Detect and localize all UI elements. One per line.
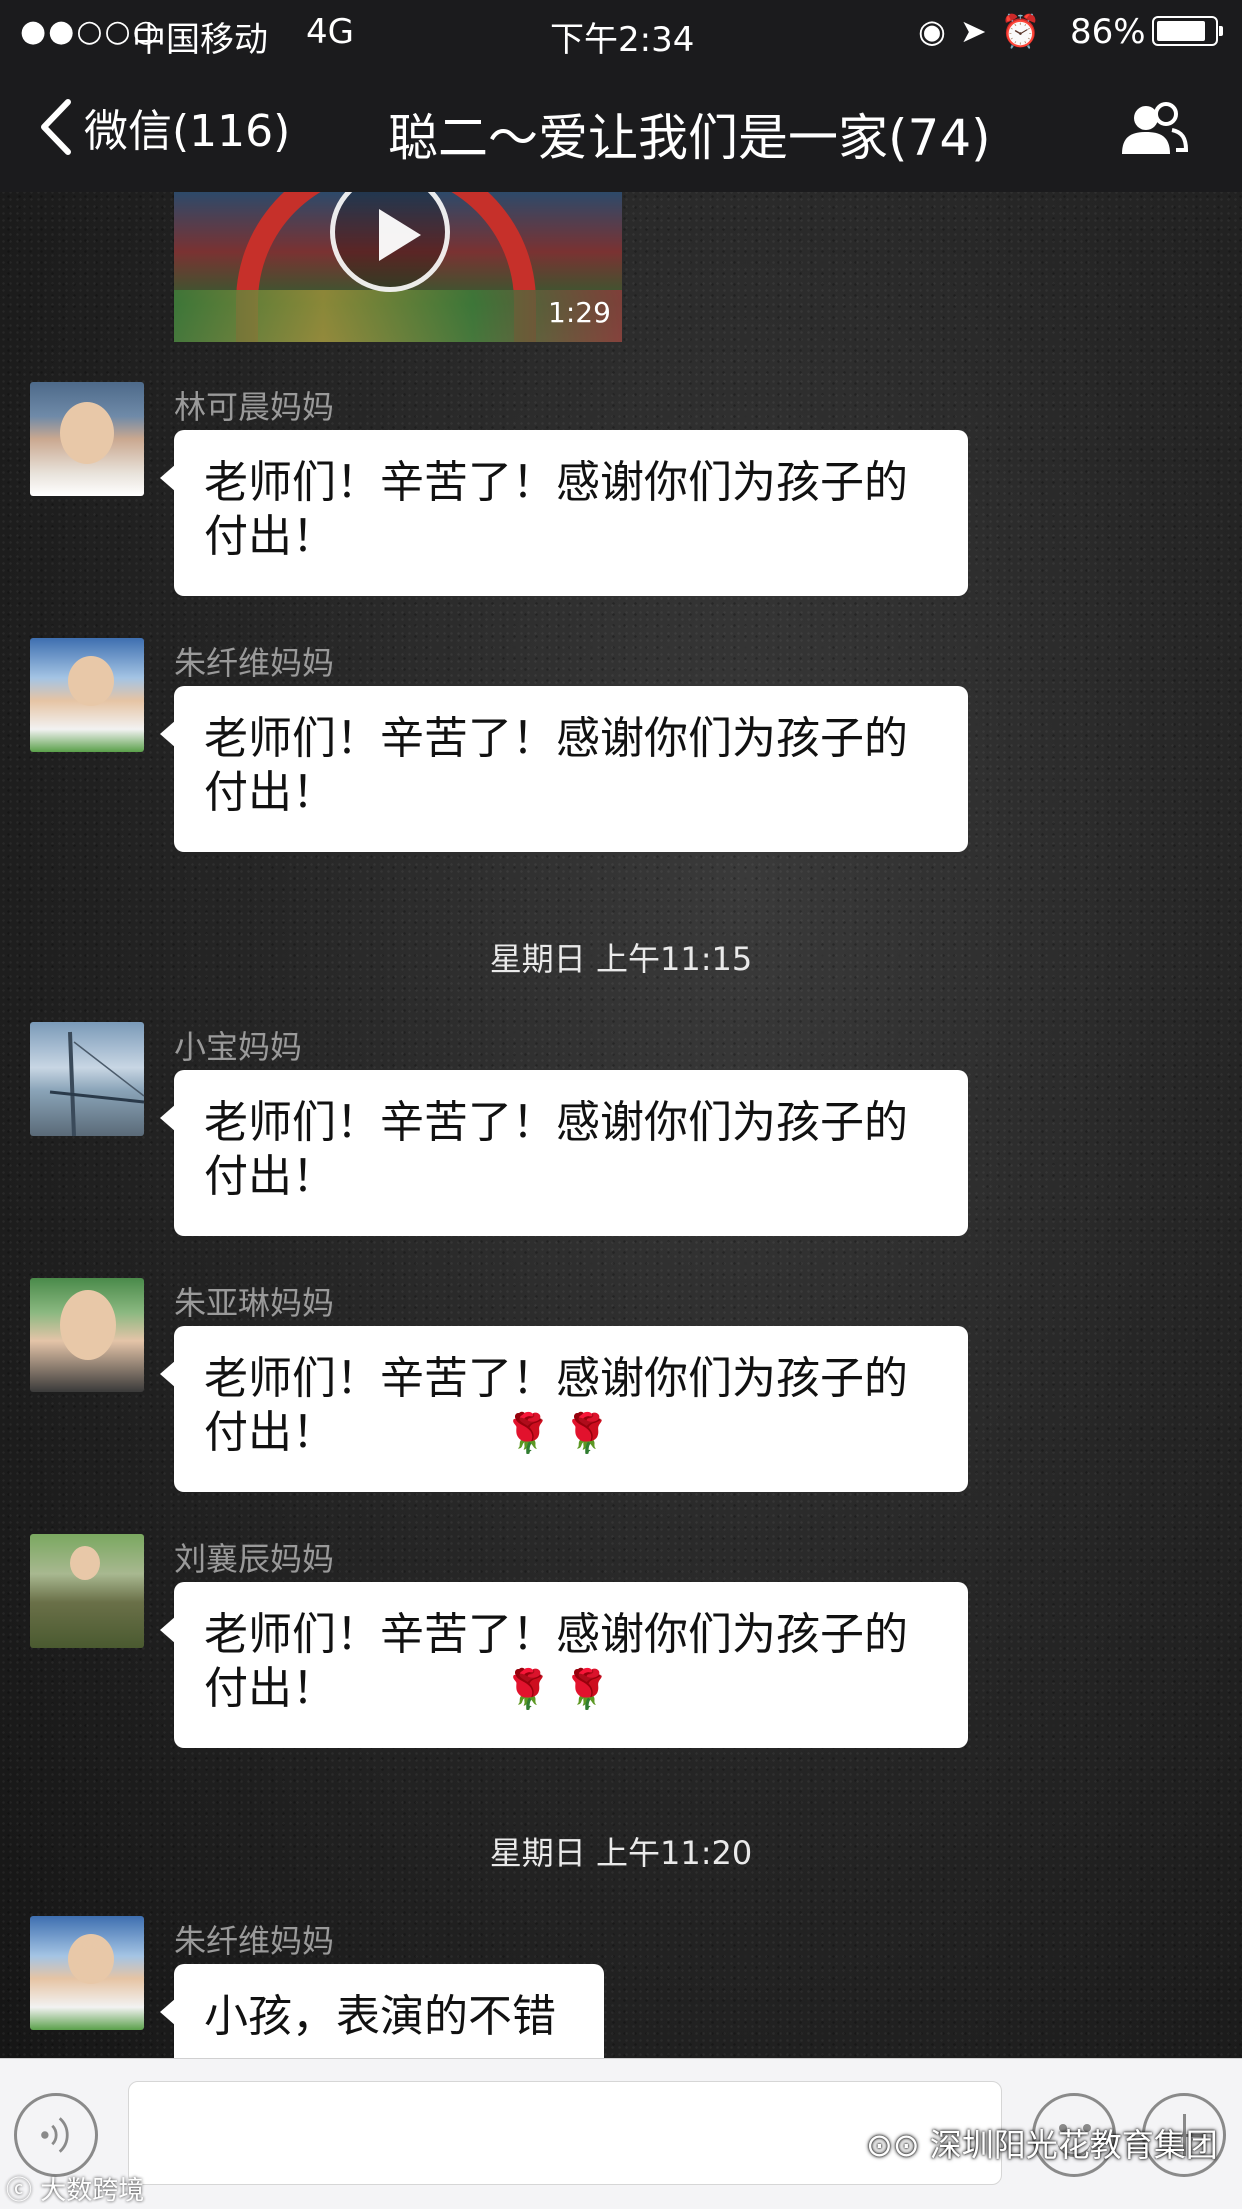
- sender-name: 小宝妈妈: [174, 1028, 303, 1066]
- message-text: 小孩，表演的不错: [204, 1991, 556, 2042]
- voice-icon: [41, 2117, 69, 2153]
- battery-icon: [1152, 16, 1223, 46]
- bridge-photo: [49, 1031, 144, 1136]
- message-bubble[interactable]: 老师们！辛苦了！感谢你们为孩子的 付出！: [160, 686, 968, 852]
- sender-name: 朱纤维妈妈: [174, 1922, 335, 1960]
- group-info-button[interactable]: [1118, 100, 1190, 158]
- avatar[interactable]: [30, 638, 144, 752]
- message-bubble[interactable]: 老师们！辛苦了！感谢你们为孩子的 付出！ 🌹 🌹: [160, 1582, 968, 1748]
- watermark-source: ⓒ 大数跨境: [6, 2170, 144, 2207]
- status-bar: ●●○○○ 中国移动 4G 下午2:34 ◉➤⏰ 86%: [0, 0, 1242, 64]
- avatar-face: [60, 402, 114, 464]
- timestamp-label: 星期日 上午11:15: [489, 940, 753, 978]
- back-button[interactable]: 微信(116): [38, 92, 290, 162]
- message-text: 老师们！辛苦了！感谢你们为孩子的 付出！: [204, 713, 908, 818]
- video-duration: 1:29: [548, 296, 611, 329]
- timestamp-label: 星期日 上午11:20: [489, 1834, 753, 1872]
- back-button-label: 微信(116): [84, 106, 291, 157]
- battery-percent: 86%: [1070, 12, 1146, 52]
- avatar-face: [70, 1546, 100, 1580]
- status-icons: ◉➤⏰: [918, 12, 1055, 50]
- status-time: 下午2:34: [550, 20, 695, 60]
- watermark-source-text: 大数跨境: [40, 2176, 145, 2206]
- avatar[interactable]: [30, 1022, 144, 1136]
- rose-emoji: 🌹 🌹: [504, 1667, 611, 1711]
- avatar[interactable]: [30, 1278, 144, 1392]
- avatar[interactable]: [30, 1534, 144, 1648]
- watermark-publisher: ⊙⊙ 深圳阳光花教育集团: [866, 2120, 1218, 2166]
- chat-title: 聪二～爱让我们是一家(74): [388, 109, 991, 167]
- avatar[interactable]: [30, 382, 144, 496]
- avatar-face: [68, 656, 114, 706]
- message-text: 老师们！辛苦了！感谢你们为孩子的 付出！: [204, 457, 908, 562]
- group-members-icon: [1122, 102, 1189, 154]
- avatar-face: [68, 1934, 114, 1984]
- message-bubble[interactable]: 老师们！辛苦了！感谢你们为孩子的 付出！: [160, 1070, 968, 1236]
- wechat-logo-icon: ⊙⊙: [866, 2126, 930, 2164]
- avatar-face: [60, 1290, 116, 1360]
- rose-emoji: 🌹 🌹: [504, 1411, 611, 1455]
- sender-name: 刘襄辰妈妈: [174, 1540, 335, 1578]
- message-bubble[interactable]: 老师们！辛苦了！感谢你们为孩子的 付出！ 🌹 🌹: [160, 1326, 968, 1492]
- sender-name: 朱纤维妈妈: [174, 644, 335, 682]
- sender-name: 朱亚琳妈妈: [174, 1284, 335, 1322]
- carrier-name: 中国移动: [132, 20, 268, 60]
- battery-fill: [1157, 21, 1206, 41]
- message-bubble[interactable]: 老师们！辛苦了！感谢你们为孩子的 付出！: [160, 430, 968, 596]
- avatar[interactable]: [30, 1916, 144, 2030]
- watermark-publisher-text: 深圳阳光花教育集团: [929, 2126, 1218, 2164]
- chevron-left-icon: [41, 99, 71, 155]
- video-message-thumbnail[interactable]: 1:29: [174, 192, 622, 342]
- source-logo-icon: ⓒ: [6, 2176, 41, 2206]
- nav-bar: 微信(116) 聪二～爱让我们是一家(74): [0, 64, 1242, 192]
- voice-input-button[interactable]: [14, 2093, 98, 2177]
- network-type: 4G: [306, 12, 354, 52]
- sender-name: 林可晨妈妈: [174, 388, 335, 426]
- message-text: 老师们！辛苦了！感谢你们为孩子的 付出！: [204, 1097, 908, 1202]
